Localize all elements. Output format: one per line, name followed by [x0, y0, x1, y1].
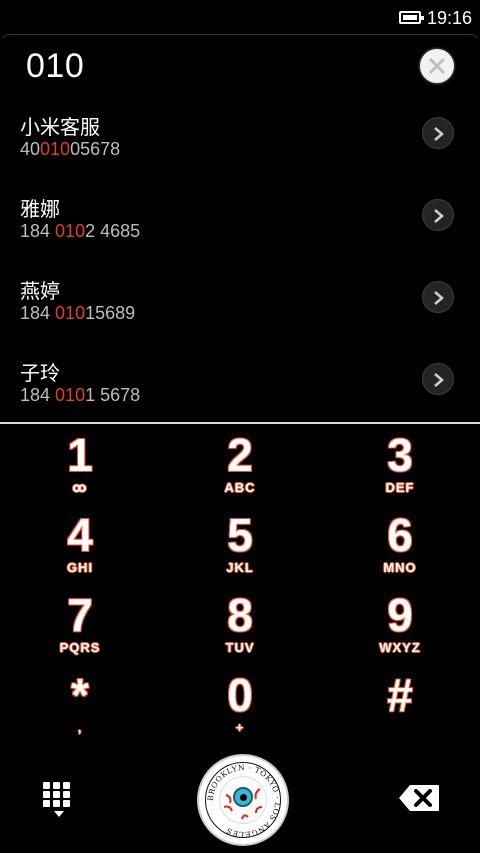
contact-row[interactable]: 子玲 184 0101 5678 [0, 357, 480, 437]
close-icon [429, 58, 445, 74]
key-8[interactable]: 8 TUV [160, 588, 320, 668]
eyeball-call-icon: BROOKLYN · TOKYO · LOS ANGELES [205, 762, 281, 839]
contact-row[interactable]: 雅娜 184 0102 4685 [0, 193, 480, 273]
battery-icon [399, 11, 424, 24]
contact-row[interactable]: 小米客服 4001005678 [0, 111, 480, 191]
dialpad-grid-icon[interactable] [43, 782, 75, 818]
status-bar: 19:16 [0, 0, 480, 34]
key-letters: PQRS [59, 640, 101, 655]
contact-number: 184 01015689 [20, 303, 136, 323]
key-digit: 4 [67, 509, 93, 561]
eyeball [219, 776, 267, 824]
key-7[interactable]: 7 PQRS [0, 588, 160, 668]
key-letters: GHI [66, 560, 94, 575]
key-1[interactable]: 1ꝏ [0, 428, 160, 508]
contact-number: 4001005678 [20, 139, 121, 159]
contact-number: 184 0101 5678 [20, 385, 141, 405]
key-9[interactable]: 9 WXYZ [320, 588, 480, 668]
contact-name: 燕婷 [20, 281, 60, 303]
match-highlight: 010 [55, 221, 86, 241]
contact-detail-button[interactable] [422, 199, 454, 231]
key-star[interactable]: *, [0, 668, 160, 748]
bottom-action-bar: BROOKLYN · TOKYO · LOS ANGELES [0, 748, 480, 853]
key-3[interactable]: 3 DEF [320, 428, 480, 508]
contact-name: 雅娜 [20, 199, 60, 221]
clear-button[interactable] [420, 49, 454, 83]
key-digit: 5 [227, 509, 253, 561]
match-highlight: 010 [40, 139, 71, 159]
key-digit: * [71, 669, 89, 721]
key-hash[interactable]: # [320, 668, 480, 748]
contact-row[interactable]: 燕婷 184 01015689 [0, 275, 480, 355]
key-2[interactable]: 2 ABC [160, 428, 320, 508]
chevron-right-icon [434, 291, 444, 305]
contact-detail-button[interactable] [422, 117, 454, 149]
chevron-right-icon [434, 127, 444, 141]
key-letters: , [77, 720, 83, 735]
key-0[interactable]: 0 + [160, 668, 320, 748]
key-digit: 7 [67, 589, 93, 641]
key-digit: 1 [67, 429, 93, 481]
chevron-right-icon [434, 373, 444, 387]
contact-name: 子玲 [20, 363, 60, 385]
match-highlight: 010 [55, 385, 86, 405]
contact-name: 小米客服 [20, 117, 100, 139]
backspace-icon [399, 785, 439, 811]
contact-detail-button[interactable] [422, 363, 454, 395]
key-4[interactable]: 4 GHI [0, 508, 160, 588]
chevron-right-icon [434, 209, 444, 223]
contact-number: 184 0102 4685 [20, 221, 141, 241]
contact-detail-button[interactable] [422, 281, 454, 313]
dial-input[interactable]: 010 [26, 47, 84, 86]
key-digit: # [387, 669, 413, 721]
key-digit: 8 [227, 589, 253, 641]
search-results-panel: 010 小米客服 4001005678 雅娜 184 0102 4685 燕婷 … [0, 34, 480, 424]
key-digit: 9 [387, 589, 413, 641]
key-letters: WXYZ [379, 640, 421, 655]
key-letters: MNO [383, 560, 417, 575]
backspace-button[interactable] [398, 784, 440, 812]
call-button[interactable]: BROOKLYN · TOKYO · LOS ANGELES [197, 754, 289, 846]
key-5[interactable]: 5 JKL [160, 508, 320, 588]
key-digit: 6 [387, 509, 413, 561]
key-letters: ABC [224, 480, 256, 495]
dial-keypad: 1ꝏ 2 ABC 3 DEF 4 GHI 5 JKL 6 MNO 7 PQRS 8 TUV 9… [0, 428, 480, 748]
voicemail-icon: ꝏ [72, 480, 88, 495]
key-digit: 2 [227, 429, 253, 481]
key-digit: 0 [227, 669, 253, 721]
key-letters: DEF [385, 480, 415, 495]
key-letters: TUV [225, 640, 255, 655]
key-6[interactable]: 6 MNO [320, 508, 480, 588]
match-highlight: 010 [55, 303, 86, 323]
key-letters: JKL [226, 560, 254, 575]
status-time: 19:16 [427, 8, 473, 28]
key-letters: + [235, 720, 245, 735]
key-digit: 3 [387, 429, 413, 481]
